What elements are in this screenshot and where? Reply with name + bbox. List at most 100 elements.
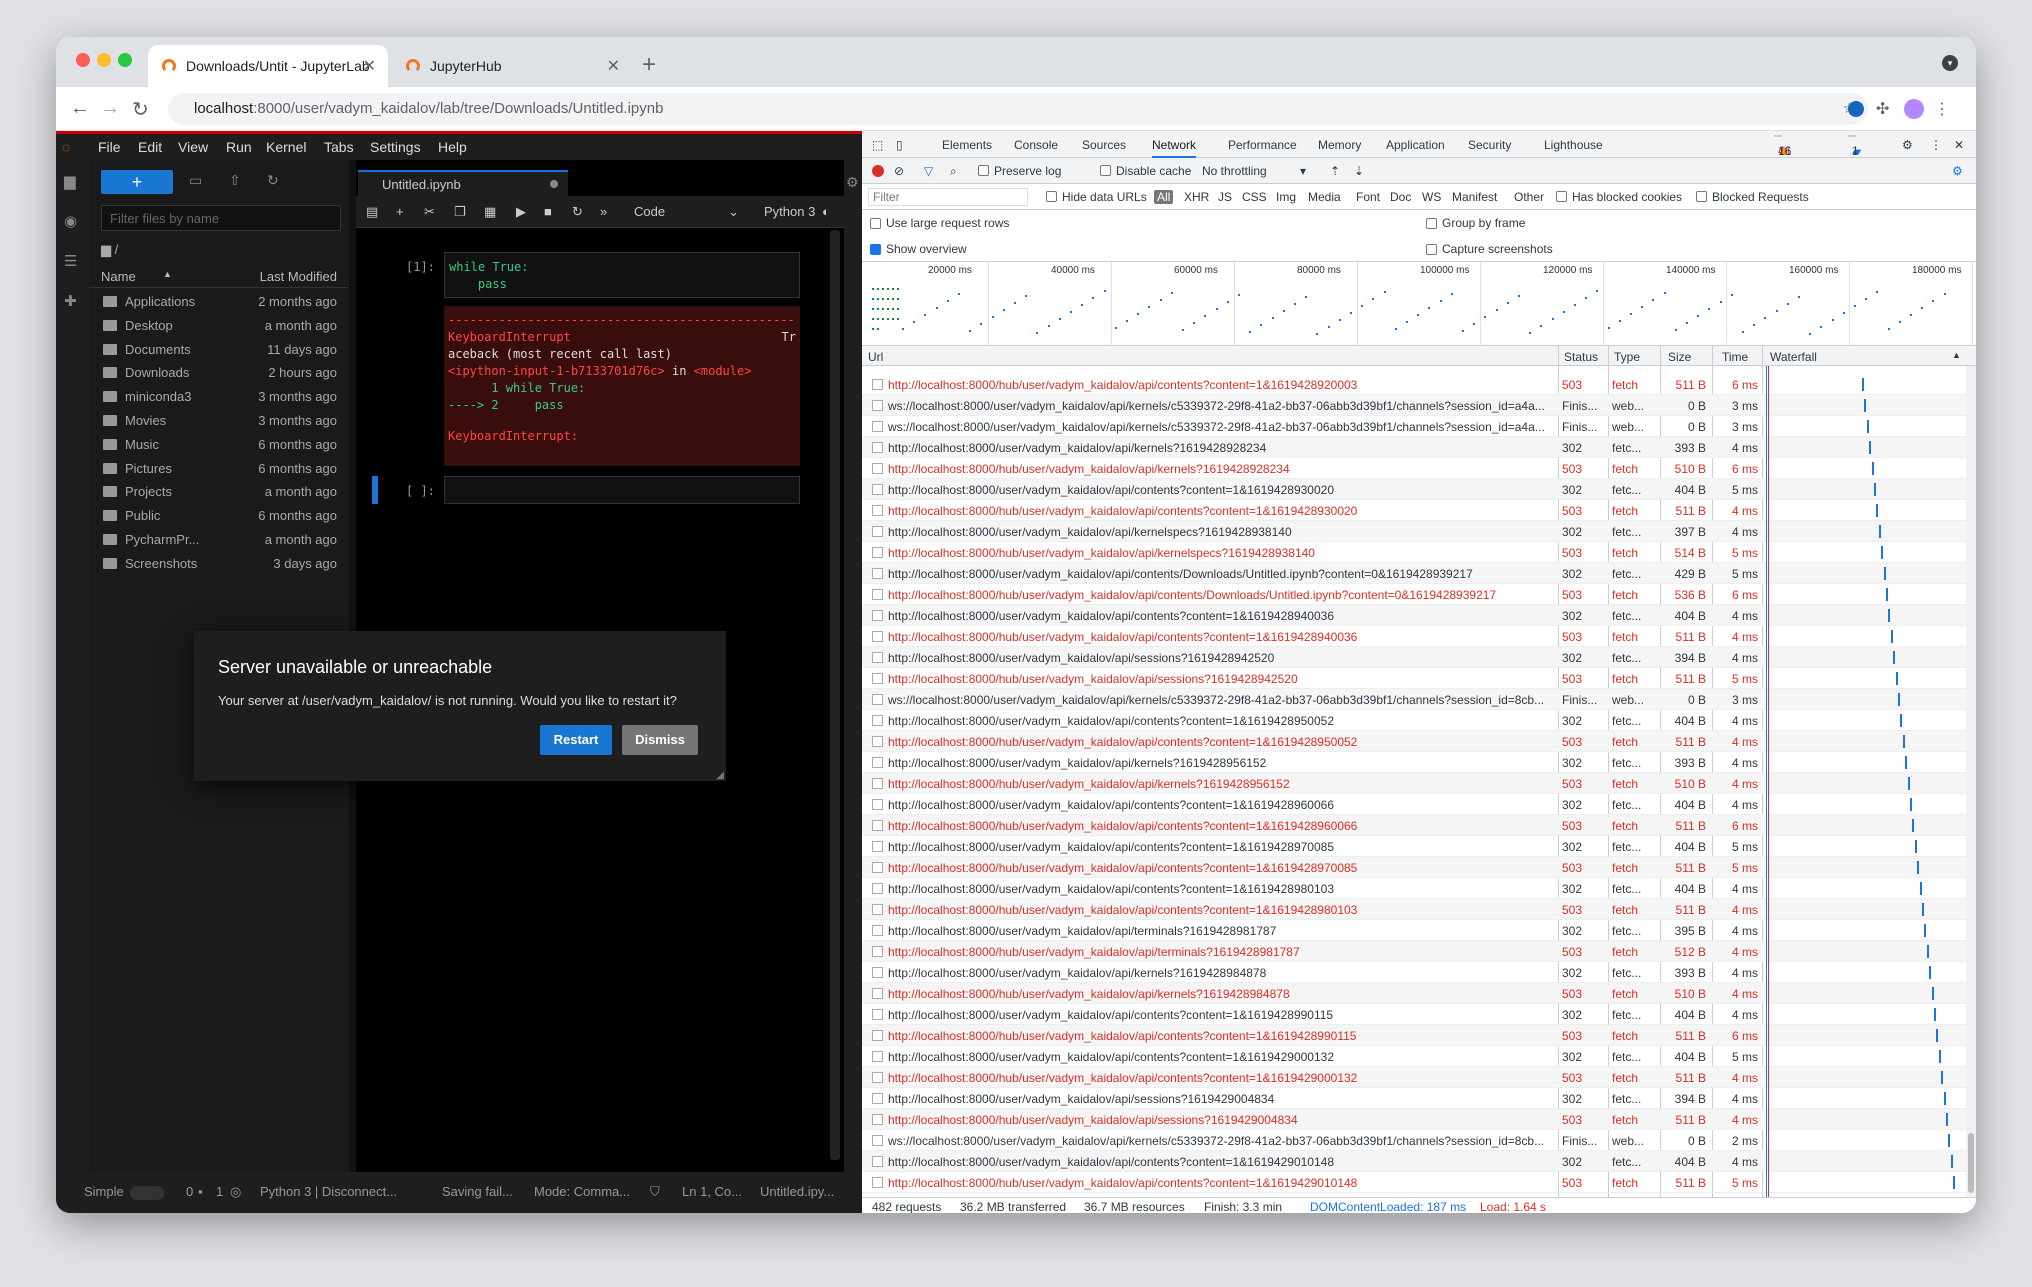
issues-counter[interactable]: ⊗ 41 ▲ 16	[1774, 135, 1791, 158]
table-row[interactable]: http://localhost:8000/user/vadym_kaidalo…	[862, 710, 1966, 731]
browser-tab-jupyterlab[interactable]: Downloads/Untit - JupyterLab ✕	[148, 45, 388, 87]
browser-tab-jupyterhub[interactable]: JupyterHub ✕	[392, 45, 632, 87]
chevron-down-icon[interactable]: ⌄	[728, 204, 739, 220]
table-row[interactable]: http://localhost:8000/user/vadym_kaidalo…	[862, 1151, 1966, 1172]
menu-run[interactable]: Run	[226, 139, 252, 155]
table-row[interactable]: http://localhost:8000/user/vadym_kaidalo…	[862, 521, 1966, 542]
table-row[interactable]: http://localhost:8000/user/vadym_kaidalo…	[862, 1004, 1966, 1025]
table-row[interactable]: http://localhost:8000/hub/user/vadym_kai…	[862, 1025, 1966, 1046]
table-row[interactable]: http://localhost:8000/user/vadym_kaidalo…	[862, 605, 1966, 626]
col-name[interactable]: Name	[101, 269, 136, 284]
disable-cache-checkbox[interactable]	[1100, 165, 1111, 176]
large-rows-checkbox[interactable]	[870, 218, 881, 229]
list-item[interactable]: PycharmPr... a month ago	[89, 528, 349, 552]
list-item[interactable]: Public 6 months ago	[89, 504, 349, 528]
table-row[interactable]: http://localhost:8000/user/vadym_kaidalo…	[862, 1088, 1966, 1109]
list-item[interactable]: Music 6 months ago	[89, 433, 349, 457]
filter-funnel-icon[interactable]: ▽	[924, 164, 933, 178]
settings-gear-icon[interactable]: ⚙	[1902, 138, 1913, 152]
list-item[interactable]: Pictures 6 months ago	[89, 457, 349, 481]
tab-sources[interactable]: Sources	[1082, 138, 1126, 152]
close-tab-icon[interactable]: ✕	[607, 56, 620, 76]
col-modified[interactable]: Last Modified	[260, 269, 337, 284]
resize-handle-icon[interactable]: ◢	[716, 770, 724, 781]
network-overview[interactable]: 20000 ms 40000 ms 60000 ms 80000 ms 100000 m…	[862, 262, 1976, 346]
tab-performance[interactable]: Performance	[1228, 138, 1297, 152]
kernel-name[interactable]: Python 3	[764, 204, 815, 219]
list-item[interactable]: Applications 2 months ago	[89, 290, 349, 314]
table-row[interactable]: http://localhost:8000/user/vadym_kaidalo…	[862, 479, 1966, 500]
device-toolbar-icon[interactable]: ▯	[896, 138, 903, 152]
kernel-status[interactable]: Python 3 | Disconnect...	[260, 1184, 397, 1199]
close-window-button[interactable]	[76, 53, 90, 67]
fast-forward-icon[interactable]: »	[600, 204, 607, 219]
type-js[interactable]: JS	[1218, 190, 1232, 204]
table-row[interactable]: http://localhost:8000/user/vadym_kaidalo…	[862, 920, 1966, 941]
upload-icon[interactable]: ⇧	[229, 172, 241, 189]
folder-icon[interactable]: ▆	[64, 172, 80, 190]
filter-input[interactable]: Filter	[868, 188, 1028, 206]
tab-application[interactable]: Application	[1386, 138, 1445, 152]
sort-up-icon[interactable]: ▲	[1952, 350, 1961, 360]
table-row[interactable]: http://localhost:8000/user/vadym_kaidalo…	[862, 836, 1966, 857]
table-row[interactable]: http://localhost:8000/hub/user/vadym_kai…	[862, 1067, 1966, 1088]
close-tab-icon[interactable]: ✕	[363, 56, 376, 76]
group-frame-checkbox[interactable]	[1426, 218, 1437, 229]
table-row[interactable]: http://localhost:8000/user/vadym_kaidalo…	[862, 1046, 1966, 1067]
table-row[interactable]: http://localhost:8000/hub/user/vadym_kai…	[862, 941, 1966, 962]
table-row[interactable]: ws://localhost:8000/user/vadym_kaidalov/…	[862, 416, 1966, 437]
capture-screenshots-checkbox[interactable]	[1426, 244, 1437, 255]
cursor-position[interactable]: Ln 1, Co...	[682, 1184, 742, 1199]
tab-search-icon[interactable]: ▾	[1942, 55, 1958, 71]
record-icon[interactable]	[872, 165, 884, 177]
show-overview-checkbox[interactable]	[870, 244, 881, 255]
notebook-scrollbar[interactable]	[830, 230, 840, 1160]
table-row[interactable]: http://localhost:8000/hub/user/vadym_kai…	[862, 500, 1966, 521]
forward-icon[interactable]: →	[100, 97, 120, 120]
type-all[interactable]: All	[1154, 190, 1174, 204]
table-row[interactable]: http://localhost:8000/user/vadym_kaidalo…	[862, 752, 1966, 773]
menu-file[interactable]: File	[98, 139, 121, 155]
table-row[interactable]: http://localhost:8000/hub/user/vadym_kai…	[862, 542, 1966, 563]
hide-data-urls-checkbox[interactable]	[1046, 191, 1057, 202]
empty-code-cell[interactable]	[444, 476, 800, 504]
sort-up-icon[interactable]: ▲	[163, 269, 172, 279]
devtools-menu-icon[interactable]: ⋮	[1930, 138, 1942, 152]
table-row[interactable]: ws://localhost:8000/user/vadym_kaidalov/…	[862, 689, 1966, 710]
menu-help[interactable]: Help	[438, 139, 467, 155]
blocked-cookies-checkbox[interactable]	[1556, 191, 1567, 202]
table-row[interactable]: ws://localhost:8000/user/vadym_kaidalov/…	[862, 395, 1966, 416]
tab-lighthouse[interactable]: Lighthouse	[1544, 138, 1603, 152]
dismiss-button[interactable]: Dismiss	[622, 725, 698, 755]
breadcrumb[interactable]: ▆ /	[101, 242, 118, 258]
add-cell-icon[interactable]: +	[396, 204, 404, 219]
code-cell-input[interactable]: while True: pass	[444, 252, 800, 298]
type-doc[interactable]: Doc	[1390, 190, 1411, 204]
type-font[interactable]: Font	[1356, 190, 1380, 204]
import-har-icon[interactable]: ⇡	[1330, 164, 1340, 178]
chevron-down-icon[interactable]: ▾	[1300, 164, 1306, 178]
list-item[interactable]: Projects a month ago	[89, 480, 349, 504]
tab-security[interactable]: Security	[1468, 138, 1511, 152]
type-xhr[interactable]: XHR	[1184, 190, 1209, 204]
table-row[interactable]: http://localhost:8000/user/vadym_kaidalo…	[862, 878, 1966, 899]
col-url[interactable]: Url	[868, 350, 883, 364]
menu-edit[interactable]: Edit	[138, 139, 162, 155]
refresh-icon[interactable]: ↻	[267, 172, 279, 189]
table-row[interactable]: http://localhost:8000/hub/user/vadym_kai…	[862, 626, 1966, 647]
extension-icon[interactable]	[1848, 101, 1864, 117]
path-root[interactable]: /	[115, 242, 119, 257]
menu-tabs[interactable]: Tabs	[324, 139, 354, 155]
type-img[interactable]: Img	[1276, 190, 1296, 204]
menu-view[interactable]: View	[178, 139, 208, 155]
type-css[interactable]: CSS	[1242, 190, 1267, 204]
url-input[interactable]: localhost:8000/user/vadym_kaidalov/lab/t…	[168, 93, 1868, 125]
tab-elements[interactable]: Elements	[942, 138, 992, 152]
network-settings-icon[interactable]: ⚙	[1952, 164, 1963, 178]
type-other[interactable]: Other	[1514, 190, 1544, 204]
col-waterfall[interactable]: Waterfall	[1770, 350, 1817, 364]
new-launcher-button[interactable]: +	[101, 170, 173, 194]
cell-type-select[interactable]: Code	[634, 204, 665, 219]
copy-icon[interactable]: ❐	[454, 204, 466, 220]
tab-network[interactable]: Network	[1152, 138, 1197, 158]
